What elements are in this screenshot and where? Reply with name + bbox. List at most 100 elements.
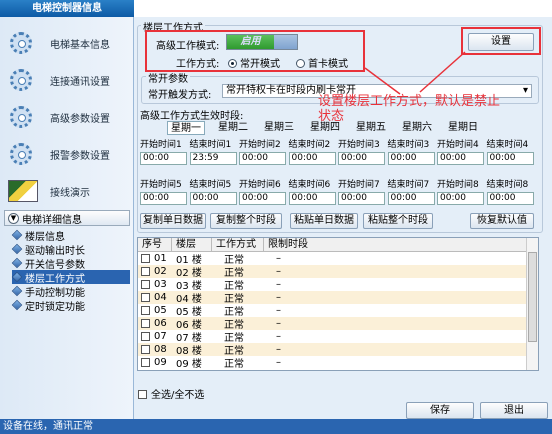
row-checkbox[interactable] xyxy=(141,319,150,328)
time-slot-input[interactable]: 00:00 xyxy=(387,192,435,205)
time-slot-input[interactable]: 00:00 xyxy=(338,192,385,205)
time-slot-input[interactable]: 00:00 xyxy=(239,152,286,165)
copy-all-slots-button[interactable]: 复制整个时段 xyxy=(210,213,282,229)
sidebar-subitem-floor-info[interactable]: 楼层信息 xyxy=(11,228,130,243)
time-slots-title: 高级工作方式生效时段: xyxy=(140,111,244,122)
time-slot-input[interactable]: 00:00 xyxy=(140,152,187,165)
row-checkbox[interactable] xyxy=(141,358,150,367)
table-header: 序号 楼层 工作方式 限制时段 xyxy=(138,238,538,252)
diamond-icon xyxy=(11,299,23,311)
time-slot-input[interactable]: 00:00 xyxy=(189,192,237,205)
sidebar-subitem-timed-lock[interactable]: 定时锁定功能 xyxy=(11,298,130,313)
cell-no: 03 xyxy=(154,279,167,290)
save-button[interactable]: 保存 xyxy=(406,402,474,419)
time-slot-label: 开始时间2 xyxy=(239,140,281,150)
row-checkbox[interactable] xyxy=(141,345,150,354)
time-slot-input[interactable]: 00:00 xyxy=(437,192,484,205)
time-slot-cell: 开始时间2 00:00 xyxy=(239,140,286,165)
checkbox-icon xyxy=(138,390,147,399)
gear-icon xyxy=(6,139,40,169)
cell-limit: – xyxy=(276,253,281,264)
paste-all-slots-button[interactable]: 粘贴整个时段 xyxy=(363,213,433,229)
time-slot-cell: 结束时间7 00:00 xyxy=(387,180,435,205)
cell-limit: – xyxy=(276,279,281,290)
sidebar-subitem-manual-control[interactable]: 手动控制功能 xyxy=(11,284,130,299)
time-slot-input[interactable]: 00:00 xyxy=(338,152,385,165)
subitem-label: 楼层工作方式 xyxy=(25,273,85,285)
time-slot-input[interactable]: 00:00 xyxy=(288,192,336,205)
tab-tuesday[interactable]: 星期二 xyxy=(215,121,251,135)
time-slot-input[interactable]: 00:00 xyxy=(486,192,534,205)
cell-limit: – xyxy=(276,266,281,277)
time-slot-label: 开始时间1 xyxy=(140,140,182,150)
row-checkbox[interactable] xyxy=(141,332,150,341)
detail-section-header[interactable]: ▼ 电梯详细信息 xyxy=(4,210,130,226)
tab-friday[interactable]: 星期五 xyxy=(353,121,389,135)
subitem-label: 定时锁定功能 xyxy=(25,301,85,313)
select-all-checkbox[interactable]: 全选/全不选 xyxy=(138,386,204,401)
time-slot-input[interactable]: 00:00 xyxy=(387,152,435,165)
sidebar-item-connection[interactable]: 连接通讯设置 xyxy=(6,62,130,98)
exit-button[interactable]: 退出 xyxy=(480,402,548,419)
gear-icon xyxy=(6,28,40,58)
diamond-icon xyxy=(11,257,23,269)
time-slot-input[interactable]: 00:00 xyxy=(437,152,484,165)
subitem-label: 驱动输出时长 xyxy=(25,245,85,257)
time-slot-cell: 结束时间8 00:00 xyxy=(486,180,534,205)
time-slot-input[interactable]: 23:59 xyxy=(189,152,237,165)
paste-single-day-button[interactable]: 粘贴单日数据 xyxy=(290,213,358,229)
tab-wednesday[interactable]: 星期三 xyxy=(261,121,297,135)
time-slot-label: 结束时间7 xyxy=(387,180,430,190)
time-slot-input[interactable]: 00:00 xyxy=(140,192,187,205)
table-row[interactable]: 09 09 楼 正常 – xyxy=(138,356,538,370)
diamond-icon xyxy=(11,243,23,255)
time-slot-label: 开始时间4 xyxy=(437,140,479,150)
time-slot-label: 结束时间6 xyxy=(288,180,331,190)
gear-icon xyxy=(6,65,40,95)
table-scrollbar[interactable] xyxy=(526,238,538,370)
collapse-icon: ▼ xyxy=(8,212,19,224)
sidebar-item-wiring[interactable]: 接线演示 xyxy=(6,173,130,209)
row-checkbox[interactable] xyxy=(141,267,150,276)
cell-limit: – xyxy=(276,292,281,303)
row-checkbox[interactable] xyxy=(141,306,150,315)
window-title: 电梯控制器信息 xyxy=(0,0,134,17)
time-slot-input[interactable]: 00:00 xyxy=(486,152,534,165)
cell-limit: – xyxy=(276,331,281,342)
scrollbar-thumb[interactable] xyxy=(528,252,537,342)
sidebar-item-label: 高级参数设置 xyxy=(50,113,110,125)
subitem-label: 楼层信息 xyxy=(25,231,65,243)
time-slot-input[interactable]: 00:00 xyxy=(288,152,336,165)
tab-saturday[interactable]: 星期六 xyxy=(399,121,435,135)
title-bar: 电梯控制器信息 xyxy=(0,0,552,17)
sidebar-item-basic-info[interactable]: 电梯基本信息 xyxy=(6,25,130,61)
sidebar-item-advanced[interactable]: 高级参数设置 xyxy=(6,99,130,135)
annotation-box-mode xyxy=(145,30,365,72)
cell-floor: 09 楼 xyxy=(176,359,202,370)
time-slot-cell: 结束时间5 00:00 xyxy=(189,180,237,205)
row-checkbox[interactable] xyxy=(141,280,150,289)
time-slot-input[interactable]: 00:00 xyxy=(239,192,286,205)
tab-monday[interactable]: 星期一 xyxy=(167,121,205,135)
subitem-label: 开关信号参数 xyxy=(25,259,85,271)
row-checkbox[interactable] xyxy=(141,293,150,302)
time-slot-label: 开始时间8 xyxy=(437,180,479,190)
copy-single-day-button[interactable]: 复制单日数据 xyxy=(140,213,206,229)
time-slot-label: 开始时间6 xyxy=(239,180,281,190)
sidebar-subitem-switch-signal[interactable]: 开关信号参数 xyxy=(11,256,130,271)
sidebar-item-alarm[interactable]: 报警参数设置 xyxy=(6,136,130,172)
table-body: 01 01 楼正常 –02 02 楼正常 –03 03 楼正常 –04 04 楼正常 –05 05… xyxy=(138,252,538,370)
tab-sunday[interactable]: 星期日 xyxy=(445,121,481,135)
time-slot-cell: 开始时间7 00:00 xyxy=(338,180,385,205)
row-checkbox[interactable] xyxy=(141,254,150,263)
sidebar-subitem-floor-mode[interactable]: 楼层工作方式 xyxy=(11,270,130,285)
cell-limit: – xyxy=(276,344,281,355)
cell-no: 09 xyxy=(154,357,167,368)
sidebar-subitem-drive-output[interactable]: 驱动输出时长 xyxy=(11,242,130,257)
restore-default-button[interactable]: 恢复默认值 xyxy=(470,213,534,229)
cell-mode: 正常 xyxy=(224,359,244,370)
floor-table: 序号 楼层 工作方式 限制时段 01 01 楼正常 –02 02 楼正常 –03 03 楼… xyxy=(137,237,539,371)
annotation-text-line2: 状态 xyxy=(318,109,345,124)
time-slot-label: 结束时间3 xyxy=(387,140,430,150)
sidebar-item-label: 报警参数设置 xyxy=(50,150,110,162)
